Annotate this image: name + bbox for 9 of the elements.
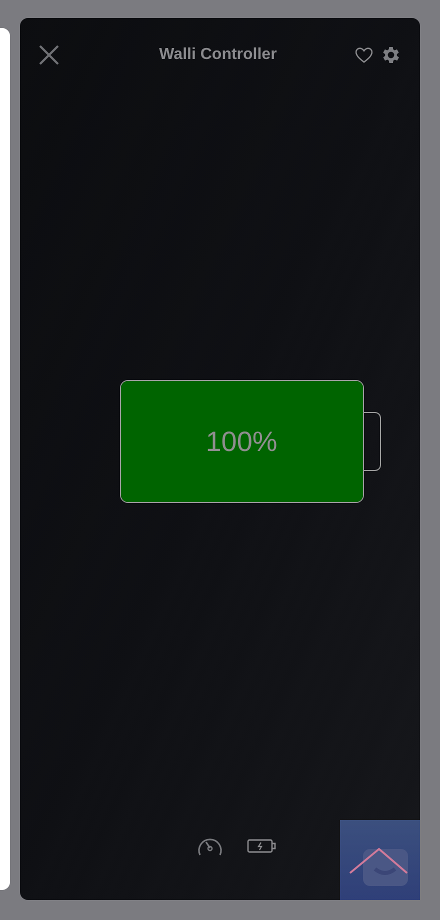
heart-icon [354,45,374,65]
dialog-title: Walli Controller [159,45,277,65]
favorite-button[interactable] [354,45,374,65]
battery-percentage: 100% [206,424,278,458]
close-button[interactable] [38,44,60,66]
app-logo[interactable] [340,820,420,900]
charging-battery-icon [247,838,277,854]
close-icon [38,44,60,66]
battery-button[interactable] [247,838,277,854]
